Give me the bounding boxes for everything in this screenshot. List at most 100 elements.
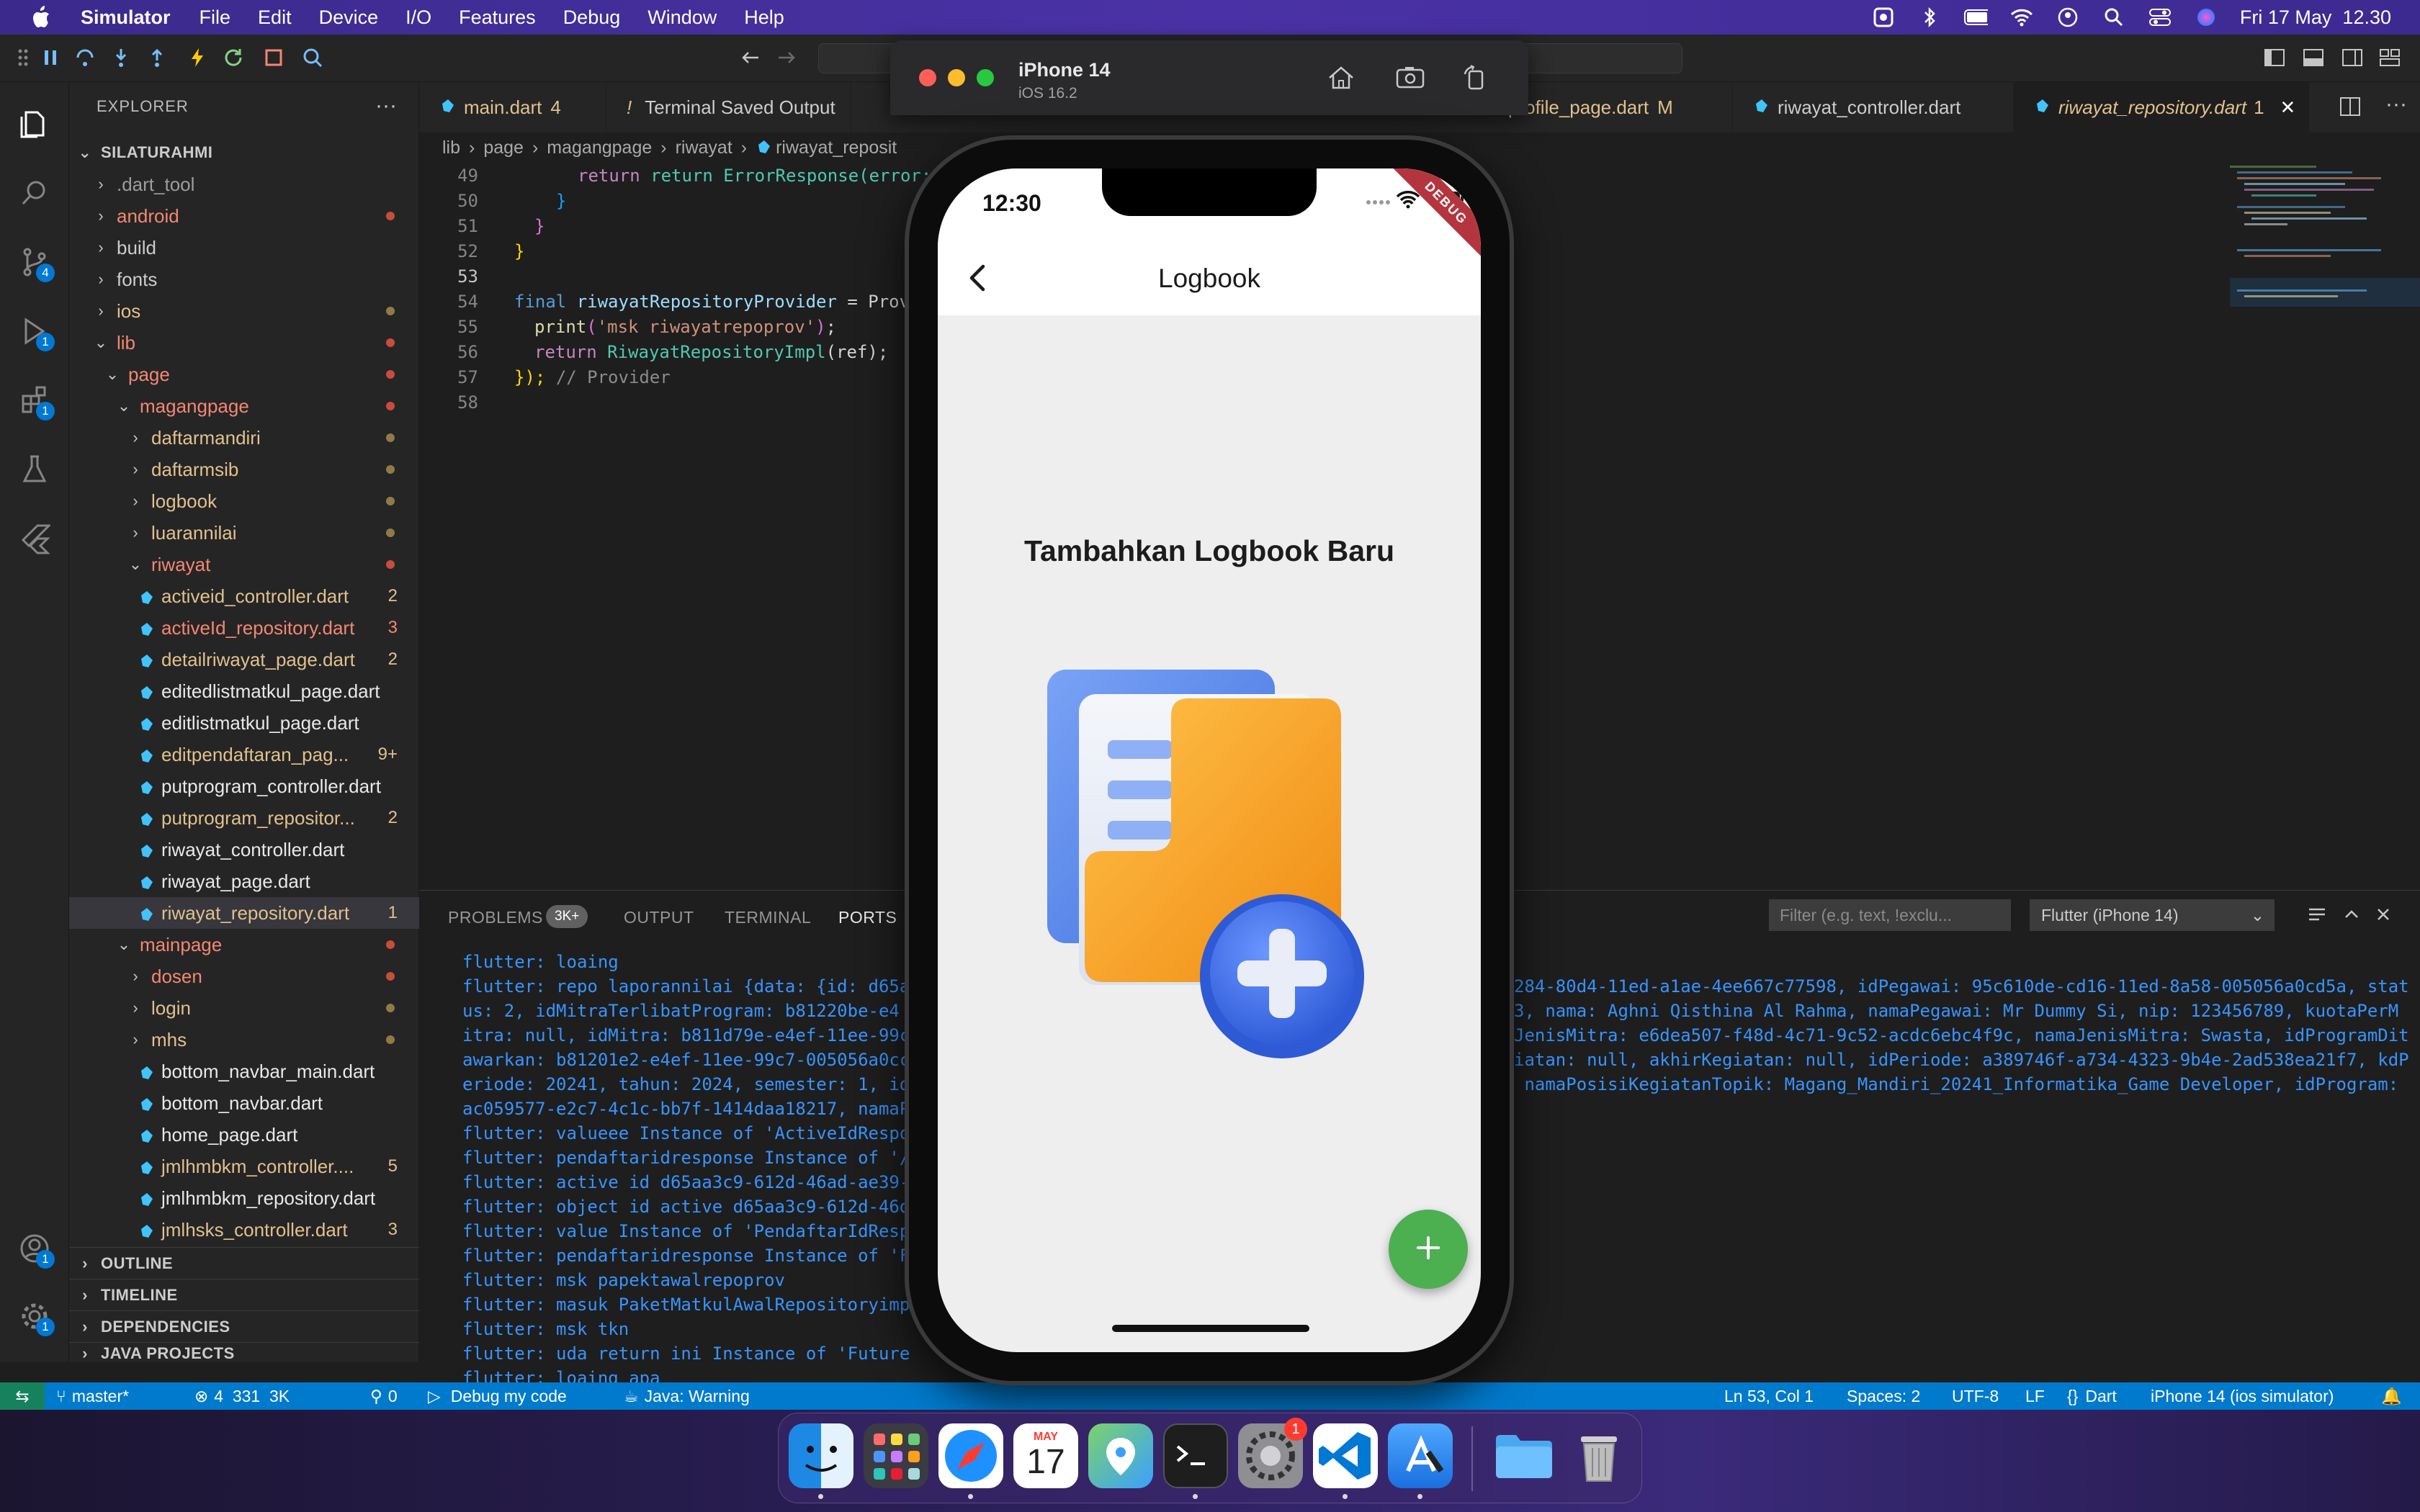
breadcrumb-item[interactable]: lib xyxy=(442,138,460,158)
encoding[interactable]: UTF-8 xyxy=(1952,1382,1999,1410)
safari-icon[interactable] xyxy=(938,1423,1003,1488)
tree-item-daftarmsib[interactable]: › daftarmsib xyxy=(69,454,419,485)
tree-item-login[interactable]: › login xyxy=(69,992,419,1024)
section-timeline[interactable]: › TIMELINE xyxy=(69,1279,419,1310)
step-out-icon[interactable] xyxy=(144,45,170,71)
tab-terminal-saved-output[interactable]: ! Terminal Saved Output xyxy=(606,82,851,132)
tree-item-dosen[interactable]: › dosen xyxy=(69,960,419,992)
debug-status[interactable]: ▷ Debug my code xyxy=(428,1382,567,1410)
indentation[interactable]: Spaces: 2 xyxy=(1847,1382,1920,1410)
run-debug-icon[interactable]: 1 xyxy=(16,312,55,351)
tree-item-mhs[interactable]: › mhs xyxy=(69,1024,419,1056)
step-into-icon[interactable] xyxy=(108,45,134,71)
phone-screen[interactable]: 12:30 Logbook DEBUG Tambahkan Logbook Ba… xyxy=(938,168,1481,1352)
home-indicator[interactable] xyxy=(1112,1325,1309,1332)
tab-riwayat-repository[interactable]: riwayat_repository.dart 1 ✕ xyxy=(2014,82,2309,132)
toggle-panel-icon[interactable] xyxy=(2300,45,2326,71)
devtools-icon[interactable] xyxy=(300,45,326,71)
restart-icon[interactable] xyxy=(220,45,246,71)
user-icon[interactable] xyxy=(2056,7,2080,27)
tree-item-bottom-navbar-main[interactable]: bottom_navbar_main.dart xyxy=(69,1056,419,1087)
menu-edit[interactable]: Edit xyxy=(258,6,292,29)
tree-item-lib[interactable]: ⌄ lib xyxy=(69,327,419,359)
launchpad-icon[interactable] xyxy=(864,1423,928,1488)
bluetooth-icon[interactable] xyxy=(1917,6,1942,28)
tree-item-bottom-navbar[interactable]: bottom_navbar.dart xyxy=(69,1087,419,1119)
tree-item-editedlistmatkul-page[interactable]: editedlistmatkul_page.dart xyxy=(69,675,419,707)
section-java-projects[interactable]: › JAVA PROJECTS xyxy=(69,1342,419,1364)
flutter-icon[interactable] xyxy=(16,520,53,557)
siri-icon[interactable] xyxy=(2194,7,2218,27)
menu-app-name[interactable]: Simulator xyxy=(81,6,171,29)
tab-close-icon[interactable]: ✕ xyxy=(2280,96,2296,119)
tree-item-riwayat-repository[interactable]: riwayat_repository.dart 1 xyxy=(69,897,419,929)
screen-record-icon[interactable] xyxy=(1871,7,1896,27)
nav-forward-icon[interactable] xyxy=(774,45,799,71)
terminal-icon[interactable] xyxy=(1163,1423,1228,1488)
notifications-bell-icon[interactable]: 🔔 xyxy=(2381,1382,2402,1410)
control-center-icon[interactable] xyxy=(2148,7,2172,27)
tree-item-android[interactable]: › android xyxy=(69,200,419,232)
remote-indicator-icon[interactable]: ⇆ xyxy=(0,1382,45,1410)
system-settings-icon[interactable]: 1 xyxy=(1238,1418,1307,1488)
tree-item-putprogram-repository[interactable]: putprogram_repositor... 2 xyxy=(69,802,419,834)
tree-item-editpendaftaran-page[interactable]: editpendaftaran_pag... 9+ xyxy=(69,739,419,770)
wifi-icon[interactable] xyxy=(2009,7,2034,27)
tree-item-page[interactable]: ⌄ page xyxy=(69,359,419,390)
tree-item-dart-tool[interactable]: › .dart_tool xyxy=(69,168,419,200)
device-selector[interactable]: iPhone 14 (ios simulator) xyxy=(2151,1382,2334,1410)
tree-item-logbook[interactable]: › logbook xyxy=(69,485,419,517)
extensions-icon[interactable]: 1 xyxy=(16,382,55,420)
ports-status[interactable]: ⚲ 0 xyxy=(370,1382,398,1410)
calendar-icon[interactable]: MAY 17 xyxy=(1013,1423,1078,1488)
tree-item-magangpage[interactable]: ⌄ magangpage xyxy=(69,390,419,422)
tree-item-putprogram-controller[interactable]: putprogram_controller.dart xyxy=(69,770,419,802)
vscode-icon[interactable] xyxy=(1313,1423,1378,1488)
section-outline[interactable]: › OUTLINE xyxy=(69,1247,419,1279)
trash-icon[interactable] xyxy=(1567,1423,1631,1488)
testing-icon[interactable] xyxy=(16,451,53,488)
maps-icon[interactable] xyxy=(1088,1423,1153,1488)
language-mode[interactable]: {} Dart xyxy=(2067,1382,2117,1410)
source-control-icon[interactable]: 4 xyxy=(16,243,55,282)
java-status[interactable]: ☕ Java: Warning xyxy=(624,1382,750,1410)
tree-item-mainpage[interactable]: ⌄ mainpage xyxy=(69,929,419,960)
breadcrumb-item[interactable]: magangpage xyxy=(547,138,652,158)
battery-icon[interactable] xyxy=(1963,7,1988,27)
screenshot-icon[interactable] xyxy=(1394,63,1426,92)
explorer-icon[interactable] xyxy=(16,105,53,143)
step-over-icon[interactable] xyxy=(72,45,98,71)
minimize-window-button[interactable] xyxy=(948,69,965,86)
stop-icon[interactable] xyxy=(261,45,287,71)
customize-layout-icon[interactable] xyxy=(2377,45,2403,71)
tree-item-jmlhmbkm-controller[interactable]: jmlhmbkm_controller.... 5 xyxy=(69,1151,419,1182)
nav-back-icon[interactable] xyxy=(738,45,763,71)
menu-help[interactable]: Help xyxy=(744,6,784,29)
menu-device[interactable]: Device xyxy=(319,6,379,29)
tree-item-editlistmatkul-page[interactable]: editlistmatkul_page.dart xyxy=(69,707,419,739)
tree-item-ios[interactable]: › ios xyxy=(69,295,419,327)
tree-item-riwayat-page[interactable]: riwayat_page.dart xyxy=(69,865,419,897)
git-branch[interactable]: ⑂ master* xyxy=(56,1382,129,1410)
breadcrumb-item[interactable]: page xyxy=(483,138,524,158)
more-actions-icon[interactable]: ··· xyxy=(375,94,397,118)
add-logbook-fab[interactable] xyxy=(1389,1210,1468,1289)
tree-item-luarannilai[interactable]: › luarannilai xyxy=(69,517,419,549)
editor-more-icon[interactable]: ··· xyxy=(2385,92,2407,117)
toggle-sidebar-icon[interactable] xyxy=(2262,45,2287,71)
split-editor-icon[interactable] xyxy=(2339,96,2361,120)
tree-item-daftarmandiri[interactable]: › daftarmandiri xyxy=(69,422,419,454)
tree-item-jmlhsks-controller[interactable]: jmlhsks_controller.dart 3 xyxy=(69,1214,419,1246)
finder-icon[interactable] xyxy=(789,1423,853,1488)
menu-window[interactable]: Window xyxy=(647,6,717,29)
section-dependencies[interactable]: › DEPENDENCIES xyxy=(69,1310,419,1342)
simulator-icon[interactable] xyxy=(1388,1423,1453,1488)
problems-status[interactable]: ⊗ 4 331 3K xyxy=(194,1382,290,1410)
menubar-clock[interactable]: Fri 17 May 12.30 xyxy=(2240,6,2391,29)
spotlight-search-icon[interactable] xyxy=(2102,7,2126,27)
debug-drag-icon[interactable] xyxy=(10,45,36,71)
search-icon[interactable] xyxy=(16,174,53,212)
zoom-window-button[interactable] xyxy=(977,69,994,86)
downloads-folder-icon[interactable] xyxy=(1492,1423,1556,1488)
pause-icon[interactable] xyxy=(37,45,63,71)
